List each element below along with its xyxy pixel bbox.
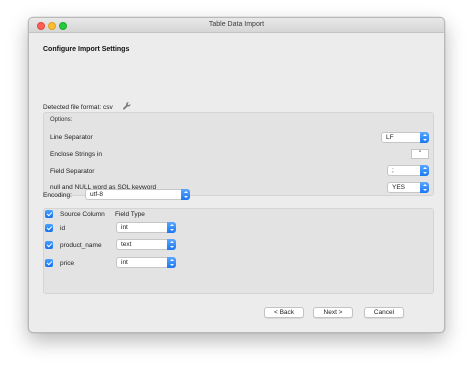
detected-format-label: Detected file format: csv — [43, 104, 113, 111]
source-column-header: Source Column — [60, 211, 105, 218]
options-group: Options: Line Separator LF Enclose Strin… — [43, 112, 434, 196]
line-separator-value: LF — [386, 134, 394, 141]
null-keyword-select[interactable]: YES — [387, 182, 429, 193]
line-separator-select[interactable]: LF — [381, 132, 429, 143]
field-type-value: text — [121, 241, 132, 248]
line-separator-label: Line Separator — [50, 134, 93, 141]
chevron-updown-icon — [420, 182, 429, 193]
options-label: Options: — [50, 117, 73, 123]
field-separator-value: ; — [392, 167, 394, 174]
cancel-button[interactable]: Cancel — [364, 307, 404, 318]
field-type-select[interactable]: int — [116, 257, 176, 268]
enclose-strings-label: Enclose Strings in — [50, 151, 103, 158]
row-checkbox-price[interactable] — [45, 259, 53, 267]
null-keyword-value: YES — [392, 184, 406, 191]
chevron-updown-icon — [420, 165, 429, 176]
chevron-updown-icon — [420, 132, 429, 143]
wrench-icon[interactable] — [122, 101, 132, 111]
next-button[interactable]: Next > — [313, 307, 353, 318]
field-type-select[interactable]: text — [116, 239, 176, 250]
encoding-select[interactable]: utf-8 — [85, 189, 190, 200]
field-mapping-panel: Source Column Field Type id int product_… — [43, 208, 434, 294]
field-type-header: Field Type — [115, 211, 145, 218]
enclose-strings-input[interactable]: " — [411, 149, 429, 159]
field-type-value: int — [121, 224, 128, 231]
field-type-select[interactable]: int — [116, 222, 176, 233]
source-column-name: price — [60, 260, 75, 267]
field-separator-select[interactable]: ; — [387, 165, 429, 176]
field-separator-label: Field Separator — [50, 168, 95, 175]
chevron-updown-icon — [181, 189, 190, 200]
source-column-name: product_name — [60, 242, 102, 249]
import-wizard-window: Table Data Import Configure Import Setti… — [28, 17, 445, 333]
encoding-label: Encoding: — [43, 192, 72, 199]
select-all-checkbox[interactable] — [45, 210, 53, 218]
source-column-name: id — [60, 225, 66, 232]
chevron-updown-icon — [167, 222, 176, 233]
field-type-value: int — [121, 259, 128, 266]
title-bar: Table Data Import — [29, 18, 444, 33]
row-checkbox-id[interactable] — [45, 224, 53, 232]
row-checkbox-product-name[interactable] — [45, 241, 53, 249]
chevron-updown-icon — [167, 257, 176, 268]
page-heading: Configure Import Settings — [43, 46, 130, 53]
chevron-updown-icon — [167, 239, 176, 250]
back-button[interactable]: < Back — [264, 307, 304, 318]
encoding-value: utf-8 — [90, 191, 104, 198]
window-title: Table Data Import — [208, 21, 265, 28]
